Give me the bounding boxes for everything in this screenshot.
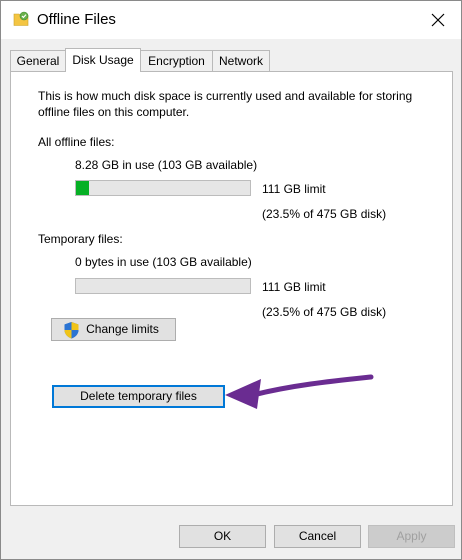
description-text: This is how much disk space is currently… bbox=[38, 89, 413, 119]
offline-files-usage-bar bbox=[75, 180, 251, 196]
offline-files-limit: 111 GB limit bbox=[262, 182, 326, 196]
tab-general[interactable]: General bbox=[10, 50, 66, 71]
offline-files-heading: All offline files: bbox=[38, 135, 115, 149]
offline-files-usage: 8.28 GB in use (103 GB available) bbox=[75, 158, 258, 172]
delete-temporary-files-button[interactable]: Delete temporary files bbox=[52, 385, 225, 408]
close-icon bbox=[431, 13, 445, 27]
offline-files-dialog: Offline Files General Disk Usage Encrypt… bbox=[0, 0, 462, 560]
offline-files-usage-fill bbox=[76, 181, 90, 195]
apply-button[interactable]: Apply bbox=[368, 525, 455, 548]
tab-disk-usage[interactable]: Disk Usage bbox=[65, 48, 141, 72]
offline-files-limit-detail: (23.5% of 475 GB disk) bbox=[262, 207, 387, 221]
tab-network[interactable]: Network bbox=[212, 50, 270, 71]
change-limits-label: Change limits bbox=[86, 322, 159, 336]
temporary-files-limit: 111 GB limit bbox=[262, 280, 326, 294]
uac-shield-icon bbox=[64, 322, 79, 339]
annotation-arrow bbox=[225, 374, 374, 409]
change-limits-button[interactable]: Change limits bbox=[51, 318, 176, 341]
offline-files-folder-icon bbox=[13, 11, 29, 26]
title-bar: Offline Files bbox=[1, 1, 461, 39]
tab-encryption[interactable]: Encryption bbox=[140, 50, 213, 71]
temporary-files-usage-bar bbox=[75, 278, 251, 294]
temporary-files-heading: Temporary files: bbox=[38, 232, 123, 246]
temporary-files-usage: 0 bytes in use (103 GB available) bbox=[75, 255, 252, 269]
ok-button[interactable]: OK bbox=[179, 525, 266, 548]
disk-usage-panel: This is how much disk space is currently… bbox=[10, 71, 453, 506]
cancel-button[interactable]: Cancel bbox=[274, 525, 361, 548]
close-button[interactable] bbox=[415, 1, 461, 39]
window-title: Offline Files bbox=[37, 11, 116, 28]
temporary-files-limit-detail: (23.5% of 475 GB disk) bbox=[262, 305, 387, 319]
